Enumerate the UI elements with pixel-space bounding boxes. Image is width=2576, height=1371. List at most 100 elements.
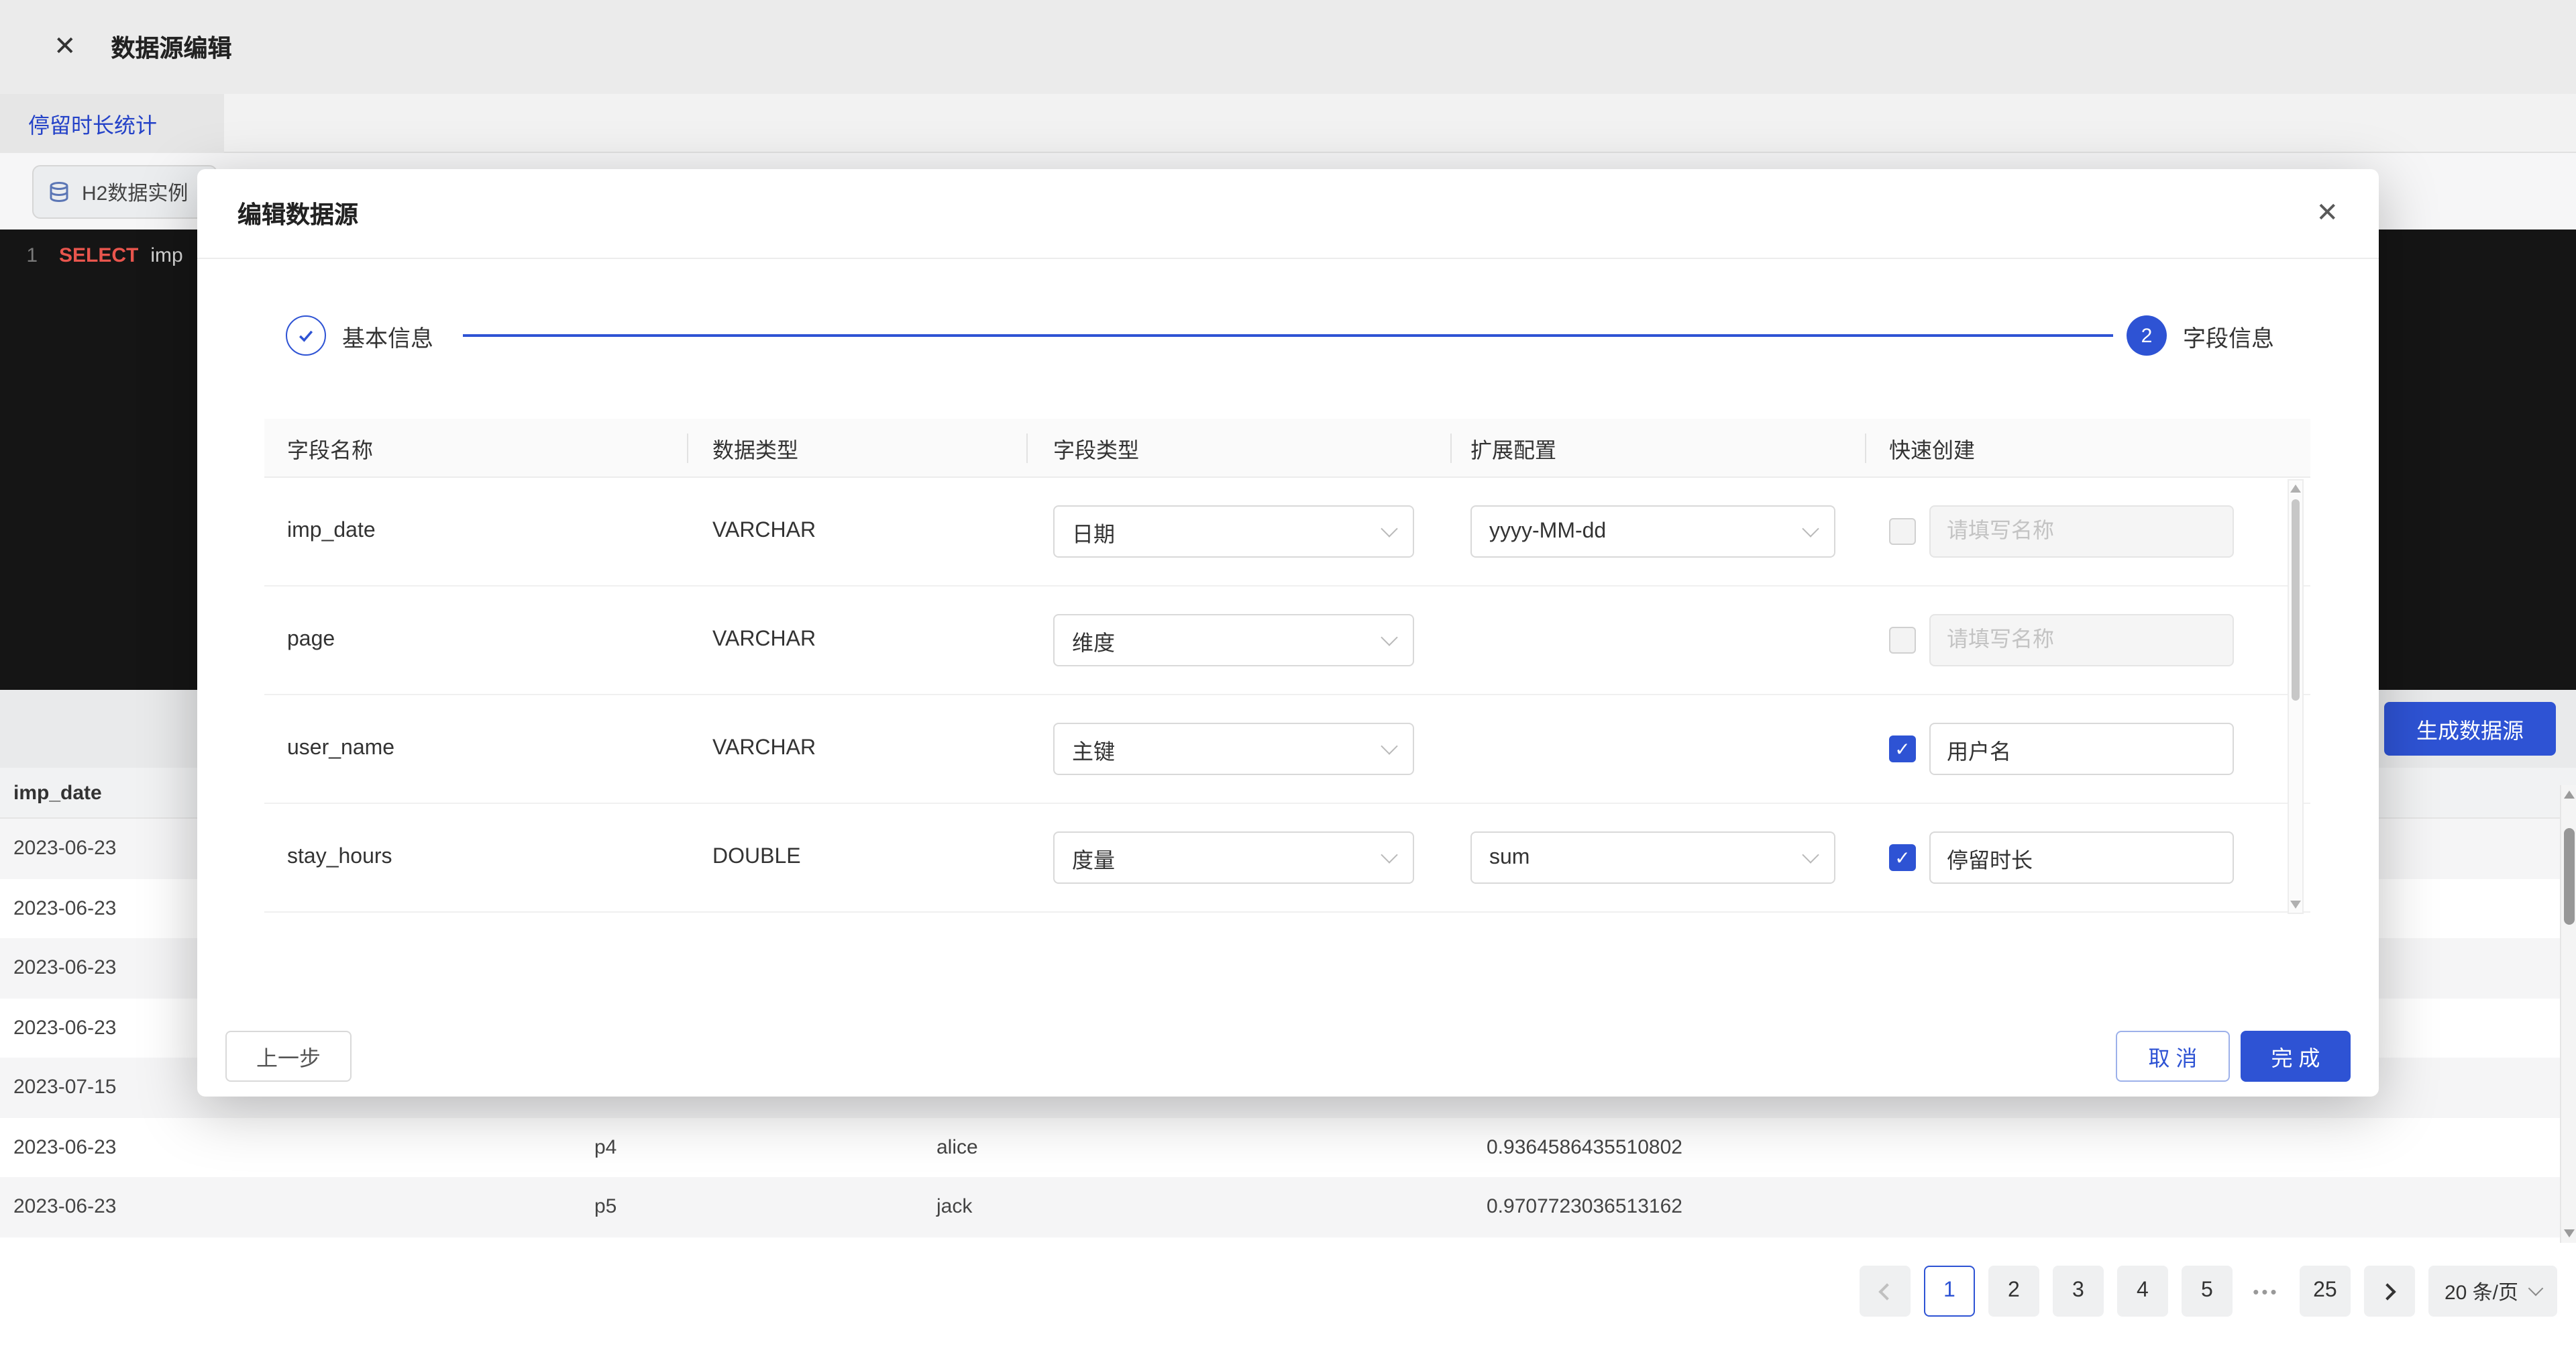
step1-label: 基本信息 [342,319,433,352]
field-data-type: VARCHAR [712,737,816,761]
field-name: imp_date [287,519,376,544]
field-row-user-name: user_name VARCHAR 主键 ✓ [264,695,2310,804]
quick-create-checkbox[interactable]: ✓ [1889,735,1916,762]
quick-name-input[interactable] [1929,831,2234,884]
cell-value: 0.9364586435510802 [1487,1136,1682,1159]
col-ext-config: 扩展配置 [1470,431,1556,464]
quick-create-checkbox[interactable]: ✓ [1889,844,1916,871]
pagination-prev-button [1860,1266,1911,1317]
generate-datasource-button[interactable]: 生成数据源 [2384,702,2556,756]
quick-name-input [1929,614,2234,666]
pagination-page-3[interactable]: 3 [2053,1266,2104,1317]
scrollbar-thumb[interactable] [2292,499,2300,701]
pagination-page-4[interactable]: 4 [2117,1266,2168,1317]
field-data-type: VARCHAR [712,628,816,652]
app-root: ✕ 数据源编辑 停留时长统计 H2数据实例 1SELECTimp 生成数据源 i… [0,0,2576,1371]
scrollbar-thumb[interactable] [2564,828,2575,925]
page-title: 数据源编辑 [111,30,232,64]
field-data-type: DOUBLE [712,846,801,870]
field-table: 字段名称 数据类型 字段类型 扩展配置 快速创建 imp_date VARCHA… [264,419,2310,913]
cell-user: jack [936,1196,972,1219]
ext-config-select[interactable]: yyyy-MM-dd [1470,505,1835,558]
quick-create-checkbox[interactable]: ✓ [1889,627,1916,654]
tab-stay-duration-stats[interactable]: 停留时长统计 [0,94,224,153]
field-table-scrollbar[interactable] [2288,479,2304,914]
field-row-imp-date: imp_date VARCHAR 日期 yyyy-MM-dd ✓ [264,478,2310,587]
pagination: 1 2 3 4 5 ••• 25 20 条/页 [1860,1266,2557,1317]
col-data-type: 数据类型 [712,431,798,464]
modal-close-icon[interactable]: ✕ [2316,200,2339,227]
pagination-ellipsis[interactable]: ••• [2246,1281,2286,1301]
page-size-select[interactable]: 20 条/页 [2428,1266,2557,1317]
column-header-imp-date: imp_date [13,781,102,804]
edit-datasource-modal: 编辑数据源 ✕ 基本信息 2 字段信息 字段名称 数据类型 字段类型 扩展配置 … [197,169,2379,1097]
ext-config-value: sum [1489,846,1529,870]
field-type-select[interactable]: 度量 [1053,831,1414,884]
step2-circle: 2 [2127,315,2167,356]
column-divider [687,434,688,463]
step-connector-line [463,335,2113,337]
chevron-down-icon [1802,520,1819,537]
pagination-page-25[interactable]: 25 [2300,1266,2351,1317]
scroll-up-icon[interactable] [2290,485,2301,493]
modal-footer: 上一步 取 消 完 成 [225,1031,2351,1082]
field-type-value: 主键 [1072,733,1115,765]
cell-date: 2023-06-23 [13,1196,116,1219]
db-instance-button[interactable]: H2数据实例 [32,165,217,219]
tab-label: 停留时长统计 [28,107,157,140]
check-icon: ✓ [1894,848,1910,867]
cell-value: 0.9707723036513162 [1487,1196,1682,1219]
sql-keyword: SELECT [59,244,138,267]
quick-name-input[interactable] [1929,723,2234,775]
page-close-icon[interactable]: ✕ [54,34,76,60]
previous-step-button[interactable]: 上一步 [225,1031,352,1082]
field-data-type: VARCHAR [712,519,816,544]
pagination-next-button[interactable] [2364,1266,2415,1317]
col-field-type: 字段类型 [1053,431,1139,464]
column-divider [1026,434,1028,463]
finish-button[interactable]: 完 成 [2241,1031,2351,1082]
cell-page: p4 [594,1136,616,1159]
pagination-page-1[interactable]: 1 [1924,1266,1975,1317]
check-icon: ✓ [1894,740,1910,758]
chevron-down-icon [1381,738,1397,754]
col-quick-create: 快速创建 [1889,431,1975,464]
field-row-stay-hours: stay_hours DOUBLE 度量 sum ✓ [264,804,2310,913]
cell-date: 2023-06-23 [13,897,116,920]
quick-name-input [1929,505,2234,558]
field-type-value: 度量 [1072,842,1115,874]
cell-date: 2023-06-23 [13,837,116,860]
scroll-down-icon[interactable] [2564,1229,2575,1237]
cancel-button[interactable]: 取 消 [2116,1031,2230,1082]
table-row: 2023-06-23 p5 jack 0.9707723036513162 [0,1177,2576,1237]
cell-page: p5 [594,1196,616,1219]
field-type-select[interactable]: 日期 [1053,505,1414,558]
field-type-select[interactable]: 主键 [1053,723,1414,775]
ext-config-select[interactable]: sum [1470,831,1835,884]
chevron-down-icon [1802,846,1819,863]
cell-date: 2023-06-23 [13,1136,116,1159]
modal-header: 编辑数据源 ✕ [197,169,2379,259]
chevron-down-icon [1381,520,1397,537]
scroll-up-icon[interactable] [2564,791,2575,799]
stepper: 基本信息 2 字段信息 [286,315,2290,356]
pagination-page-2[interactable]: 2 [1988,1266,2039,1317]
ext-config-value: yyyy-MM-dd [1489,519,1606,544]
field-type-value: 维度 [1072,624,1115,656]
field-name: stay_hours [287,846,392,870]
field-type-select[interactable]: 维度 [1053,614,1414,666]
vertical-scrollbar[interactable] [2560,785,2576,1243]
scroll-down-icon[interactable] [2290,901,2301,909]
database-icon [47,180,71,204]
page-header: ✕ 数据源编辑 [0,0,2576,94]
field-name: page [287,628,335,652]
field-table-header: 字段名称 数据类型 字段类型 扩展配置 快速创建 [264,419,2310,478]
chevron-left-icon [1878,1282,1895,1299]
field-name: user_name [287,737,394,761]
step2-label: 字段信息 [2183,319,2274,352]
db-instance-label: H2数据实例 [82,178,188,206]
quick-create-checkbox[interactable]: ✓ [1889,518,1916,545]
field-type-value: 日期 [1072,515,1115,548]
pagination-page-5[interactable]: 5 [2182,1266,2233,1317]
cell-date: 2023-06-23 [13,957,116,980]
